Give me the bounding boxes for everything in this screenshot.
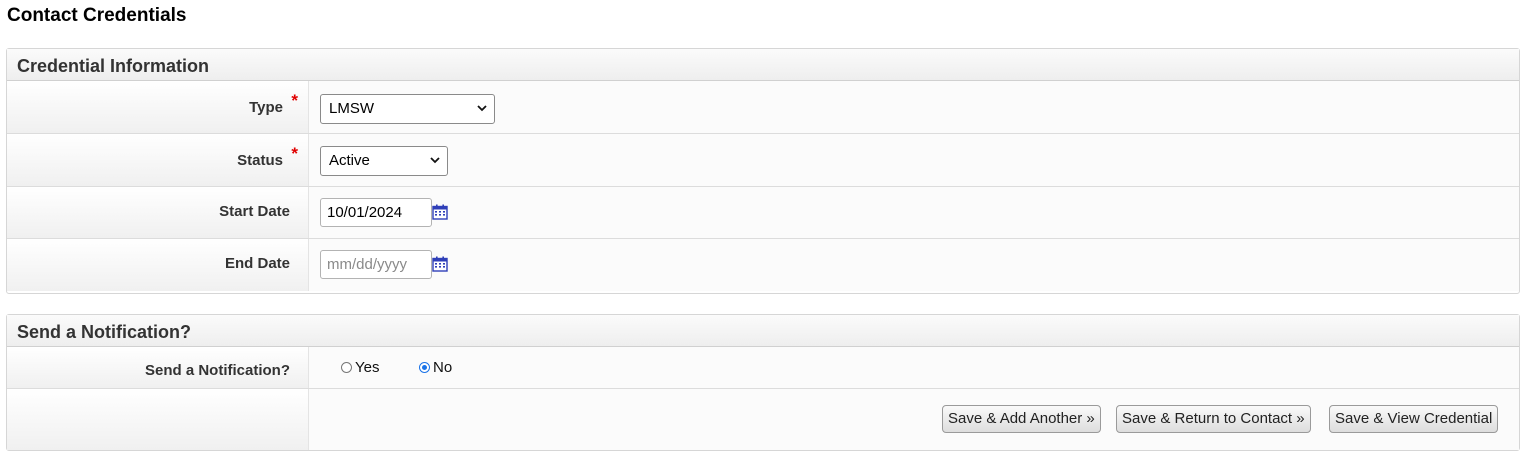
notification-no-radio[interactable] — [419, 362, 430, 373]
start-date-row: Start Date — [7, 187, 1519, 239]
type-label-cell: Type * — [7, 81, 309, 133]
notification-yes-option[interactable]: Yes — [341, 359, 379, 376]
notification-yes-radio[interactable] — [341, 362, 352, 373]
type-select-value: LMSW — [329, 100, 374, 117]
credential-info-header: Credential Information — [7, 49, 1519, 81]
end-date-field-cell — [309, 239, 1519, 291]
start-date-label: Start Date — [219, 203, 290, 220]
actions-label-cell — [7, 389, 309, 450]
save-return-to-contact-button[interactable]: Save & Return to Contact » — [1116, 405, 1311, 433]
notification-no-label: No — [433, 359, 453, 376]
notification-panel: Send a Notification? Send a Notification… — [6, 314, 1520, 451]
status-field-cell: Active — [309, 134, 1519, 186]
chevron-down-icon — [430, 157, 440, 164]
chevron-down-icon — [477, 105, 487, 112]
end-date-label-cell: End Date — [7, 239, 309, 291]
end-date-row: End Date — [7, 239, 1519, 291]
actions-row: Save & Add Another » Save & Return to Co… — [7, 389, 1519, 450]
save-add-another-button[interactable]: Save & Add Another » — [942, 405, 1101, 433]
status-row: Status * Active — [7, 134, 1519, 187]
type-field-cell: LMSW — [309, 81, 1519, 133]
calendar-icon[interactable] — [432, 256, 448, 272]
notification-header: Send a Notification? — [7, 315, 1519, 347]
start-date-label-cell: Start Date — [7, 187, 309, 238]
end-date-label: End Date — [224, 255, 290, 272]
page-title: Contact Credentials — [7, 5, 187, 26]
credential-info-panel: Credential Information Type * LMSW Statu… — [6, 48, 1520, 294]
notification-no-option[interactable]: No — [419, 359, 452, 376]
status-select-value: Active — [329, 152, 370, 169]
status-label-cell: Status * — [7, 134, 309, 186]
notification-field-cell: Yes No — [309, 347, 1519, 388]
type-required-mark: * — [291, 91, 298, 110]
actions-field-cell: Save & Add Another » Save & Return to Co… — [309, 389, 1519, 450]
status-select[interactable]: Active — [320, 146, 448, 176]
calendar-icon[interactable] — [432, 204, 448, 220]
status-required-mark: * — [291, 144, 298, 163]
start-date-field-cell — [309, 187, 1519, 238]
notification-label-cell: Send a Notification? — [7, 347, 309, 388]
status-label: Status — [237, 152, 283, 169]
notification-question-label: Send a Notification? — [144, 362, 290, 379]
notification-yes-label: Yes — [355, 359, 380, 376]
type-row: Type * LMSW — [7, 81, 1519, 134]
end-date-input[interactable] — [320, 250, 432, 279]
type-label: Type — [249, 99, 283, 116]
save-view-credential-button[interactable]: Save & View Credential — [1329, 405, 1499, 433]
notification-row: Send a Notification? Yes No — [7, 347, 1519, 389]
start-date-input[interactable] — [320, 198, 432, 227]
type-select[interactable]: LMSW — [320, 94, 495, 124]
